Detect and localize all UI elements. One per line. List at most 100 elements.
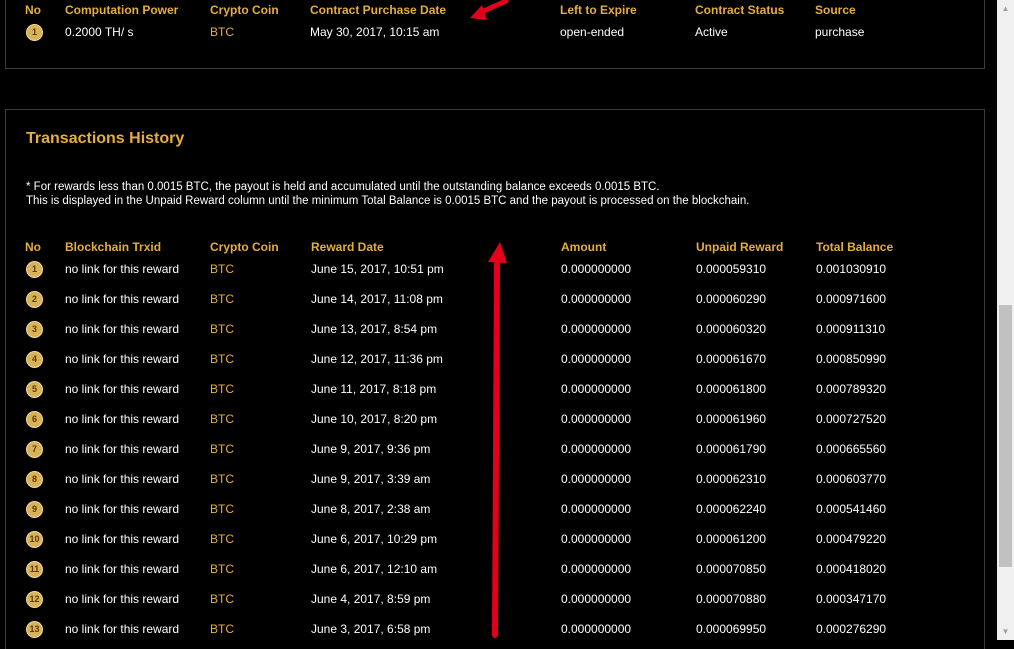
- reward-date: June 9, 2017, 3:39 am: [311, 472, 431, 486]
- total-balance: 0.000727520: [816, 412, 887, 426]
- row-number-badge: 11: [26, 561, 43, 578]
- col-header-no: No: [25, 240, 41, 254]
- col-header-blockchain-trxid: Blockchain Trxid: [65, 240, 162, 254]
- reward-date: June 8, 2017, 2:38 am: [311, 502, 431, 516]
- reward-date: June 6, 2017, 10:29 pm: [311, 532, 438, 546]
- crypto-coin: BTC: [210, 262, 234, 276]
- col-header-reward-date: Reward Date: [311, 240, 384, 254]
- scroll-up-arrow-icon[interactable]: ▲: [997, 0, 1014, 17]
- blockchain-trxid: no link for this reward: [65, 382, 180, 396]
- blockchain-trxid: no link for this reward: [65, 532, 180, 546]
- contract-status: Active: [695, 25, 728, 39]
- col-header-amount: Amount: [561, 240, 607, 254]
- contract-source: purchase: [815, 25, 865, 39]
- red-arrow-icon: [470, 0, 509, 20]
- col-header-unpaid-reward: Unpaid Reward: [696, 240, 784, 254]
- blockchain-trxid: no link for this reward: [65, 472, 180, 486]
- crypto-coin: BTC: [210, 592, 234, 606]
- crypto-coin: BTC: [210, 382, 234, 396]
- total-balance: 0.000603770: [816, 472, 887, 486]
- crypto-coin: BTC: [210, 412, 234, 426]
- row-number-badge: 1: [26, 261, 43, 278]
- row-number-badge: 9: [26, 501, 43, 518]
- blockchain-trxid: no link for this reward: [65, 352, 180, 366]
- unpaid-reward: 0.000070880: [696, 592, 767, 606]
- blockchain-trxid: no link for this reward: [65, 502, 180, 516]
- col-header-crypto-coin: Crypto Coin: [210, 240, 279, 254]
- unpaid-reward: 0.000060320: [696, 322, 767, 336]
- contract-coin: BTC: [210, 25, 234, 39]
- scrollbar-thumb[interactable]: [999, 305, 1012, 567]
- amount: 0.000000000: [561, 442, 632, 456]
- amount: 0.000000000: [561, 322, 632, 336]
- total-balance: 0.001030910: [816, 262, 887, 276]
- crypto-coin: BTC: [210, 562, 234, 576]
- row-number-badge: 4: [26, 351, 43, 368]
- unpaid-reward: 0.000061960: [696, 412, 767, 426]
- blockchain-trxid: no link for this reward: [65, 412, 180, 426]
- blockchain-trxid: no link for this reward: [65, 322, 180, 336]
- row-number-badge: 3: [26, 321, 43, 338]
- amount: 0.000000000: [561, 622, 632, 636]
- reward-date: June 3, 2017, 6:58 pm: [311, 622, 431, 636]
- amount: 0.000000000: [561, 502, 632, 516]
- amount: 0.000000000: [561, 352, 632, 366]
- crypto-coin: BTC: [210, 622, 234, 636]
- section-title: Transactions History: [26, 130, 185, 147]
- vertical-scrollbar[interactable]: ▲ ▼: [997, 0, 1014, 640]
- crypto-coin: BTC: [210, 292, 234, 306]
- amount: 0.000000000: [561, 562, 632, 576]
- payout-note-line-1: * For rewards less than 0.0015 BTC, the …: [26, 181, 660, 193]
- crypto-coin: BTC: [210, 502, 234, 516]
- total-balance: 0.000665560: [816, 442, 887, 456]
- total-balance: 0.000971600: [816, 292, 887, 306]
- contract-power: 0.2000 TH/ s: [65, 25, 134, 39]
- row-number-badge: 1: [26, 24, 43, 41]
- crypto-coin: BTC: [210, 322, 234, 336]
- amount: 0.000000000: [561, 472, 632, 486]
- unpaid-reward: 0.000061790: [696, 442, 767, 456]
- blockchain-trxid: no link for this reward: [65, 442, 180, 456]
- row-number-badge: 7: [26, 441, 43, 458]
- crypto-coin: BTC: [210, 532, 234, 546]
- row-number-badge: 5: [26, 381, 43, 398]
- reward-date: June 13, 2017, 8:54 pm: [311, 322, 438, 336]
- scroll-down-arrow-icon[interactable]: ▼: [997, 623, 1014, 640]
- crypto-coin: BTC: [210, 442, 234, 456]
- amount: 0.000000000: [561, 262, 632, 276]
- row-number-badge: 8: [26, 471, 43, 488]
- row-number-badge: 2: [26, 291, 43, 308]
- col-header-total-balance: Total Balance: [816, 240, 894, 254]
- red-arrow-icon: [488, 242, 507, 638]
- reward-date: June 12, 2017, 11:36 pm: [311, 352, 443, 366]
- total-balance: 0.000541460: [816, 502, 887, 516]
- total-balance: 0.000479220: [816, 532, 887, 546]
- unpaid-reward: 0.000069950: [696, 622, 767, 636]
- row-number-badge: 10: [26, 531, 43, 548]
- col-header-source: Source: [815, 3, 856, 17]
- reward-date: June 9, 2017, 9:36 pm: [311, 442, 431, 456]
- amount: 0.000000000: [561, 382, 632, 396]
- reward-date: June 11, 2017, 8:18 pm: [311, 382, 437, 396]
- blockchain-trxid: no link for this reward: [65, 592, 180, 606]
- amount: 0.000000000: [561, 592, 632, 606]
- col-header-contract-status: Contract Status: [695, 3, 785, 17]
- total-balance: 0.000418020: [816, 562, 887, 576]
- reward-date: June 6, 2017, 12:10 am: [311, 562, 438, 576]
- blockchain-trxid: no link for this reward: [65, 292, 180, 306]
- reward-date: June 15, 2017, 10:51 pm: [311, 262, 444, 276]
- crypto-coin: BTC: [210, 472, 234, 486]
- amount: 0.000000000: [561, 532, 632, 546]
- contract-purchase-date: May 30, 2017, 10:15 am: [310, 25, 440, 39]
- total-balance: 0.000276290: [816, 622, 887, 636]
- payout-note: * For rewards less than 0.0015 BTC, the …: [26, 180, 749, 208]
- total-balance: 0.000850990: [816, 352, 887, 366]
- reward-date: June 4, 2017, 8:59 pm: [311, 592, 431, 606]
- unpaid-reward: 0.000062240: [696, 502, 767, 516]
- total-balance: 0.000789320: [816, 382, 887, 396]
- total-balance: 0.000911310: [816, 322, 886, 336]
- reward-date: June 10, 2017, 8:20 pm: [311, 412, 438, 426]
- crypto-coin: BTC: [210, 352, 234, 366]
- unpaid-reward: 0.000060290: [696, 292, 767, 306]
- row-number-badge: 12: [26, 591, 43, 608]
